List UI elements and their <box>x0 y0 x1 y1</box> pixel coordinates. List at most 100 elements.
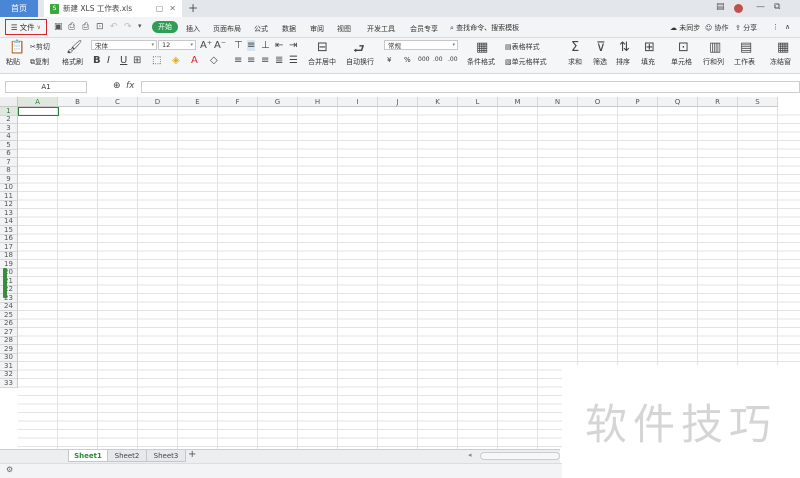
increase-font-icon[interactable]: A⁺ <box>200 40 212 51</box>
tab-page-layout[interactable]: 页面布局 <box>213 24 241 34</box>
column-header[interactable]: A <box>18 97 58 107</box>
font-name-select[interactable]: 宋体 ▾ <box>91 40 157 50</box>
row-header[interactable]: 1 <box>0 107 18 116</box>
align-middle-icon[interactable]: ≡ <box>247 40 256 51</box>
print-icon[interactable]: ⎙ <box>82 22 89 32</box>
column-header[interactable]: N <box>538 97 578 107</box>
italic-button[interactable]: I <box>107 55 110 66</box>
row-header[interactable]: 16 <box>0 234 18 243</box>
table-style-button[interactable]: ▤表格样式 <box>505 42 540 52</box>
tab-member[interactable]: 会员专享 <box>410 24 438 34</box>
distributed-icon[interactable]: ☰ <box>289 55 298 66</box>
tab-review[interactable]: 审阅 <box>310 24 324 34</box>
increase-decimal-button[interactable]: .00 <box>433 56 443 63</box>
more-options-icon[interactable]: ⋮ <box>772 23 779 31</box>
tab-start[interactable]: 开始 <box>152 21 178 33</box>
scroll-left-icon[interactable]: ◂ <box>468 451 472 459</box>
minimize-button[interactable]: — <box>756 2 765 12</box>
conditional-format-icon[interactable]: ▦ <box>476 40 488 55</box>
indent-left-icon[interactable]: ⇤ <box>275 40 283 51</box>
format-painter-icon[interactable]: 🖌 <box>66 40 83 55</box>
side-drag-handle[interactable] <box>3 268 7 298</box>
column-header[interactable]: J <box>378 97 418 107</box>
row-col-icon[interactable]: ▥ <box>709 40 721 55</box>
paste-label[interactable]: 粘贴 <box>6 57 20 67</box>
print-preview-icon[interactable]: ⎙ <box>68 22 75 32</box>
column-header[interactable]: M <box>498 97 538 107</box>
home-tab[interactable]: 首页 <box>0 0 38 17</box>
worksheet-button[interactable]: 工作表 <box>734 57 755 67</box>
column-header[interactable]: I <box>338 97 378 107</box>
column-header[interactable]: G <box>258 97 298 107</box>
name-box[interactable]: A1 <box>5 81 87 93</box>
column-header[interactable]: L <box>458 97 498 107</box>
row-header[interactable]: 11 <box>0 192 18 201</box>
number-format-select[interactable]: 常规 ▾ <box>384 40 458 50</box>
align-center-icon[interactable]: ≡ <box>247 55 255 66</box>
column-header[interactable]: C <box>98 97 138 107</box>
align-right-icon[interactable]: ≡ <box>261 55 269 66</box>
filter-icon[interactable]: ⊽ <box>596 40 606 55</box>
borders-icon[interactable]: ⊞ <box>133 55 141 66</box>
column-header[interactable]: E <box>178 97 218 107</box>
sort-button[interactable]: 排序 <box>616 57 630 67</box>
share-button[interactable]: ⇪ 分享 <box>735 23 757 33</box>
avatar[interactable] <box>734 4 743 13</box>
tab-formulas[interactable]: 公式 <box>254 24 268 34</box>
wrap-text-button[interactable]: 自动换行 <box>346 57 374 67</box>
merge-center-button[interactable]: 合并居中 <box>308 57 336 67</box>
row-header[interactable]: 26 <box>0 319 18 328</box>
justify-icon[interactable]: ≣ <box>275 55 283 66</box>
column-header[interactable]: D <box>138 97 178 107</box>
export-icon[interactable]: ⊡ <box>96 22 104 32</box>
row-header[interactable]: 25 <box>0 311 18 320</box>
row-header[interactable]: 12 <box>0 200 18 209</box>
align-bottom-icon[interactable]: ⊥ <box>261 40 270 51</box>
add-sheet-button[interactable]: + <box>188 449 196 460</box>
column-header[interactable]: B <box>58 97 98 107</box>
customize-toolbar-icon[interactable]: ▾ <box>138 22 142 30</box>
copy-button[interactable]: ⧉复制 <box>30 57 49 67</box>
decrease-font-icon[interactable]: A⁻ <box>214 40 226 51</box>
zoom-icon[interactable]: ⊕ <box>113 81 121 91</box>
sort-icon[interactable]: ⇅ <box>619 40 630 55</box>
save-icon[interactable]: ▣ <box>54 22 63 32</box>
sheet-tab-1[interactable]: Sheet1 <box>68 450 108 462</box>
paste-icon[interactable]: 📋 <box>9 40 25 55</box>
fx-icon[interactable]: fx <box>126 81 135 91</box>
currency-button[interactable]: ¥ <box>387 56 391 64</box>
row-header[interactable]: 7 <box>0 158 18 167</box>
tab-view[interactable]: 视图 <box>337 24 351 34</box>
column-header[interactable]: K <box>418 97 458 107</box>
cell-border-style-icon[interactable]: ⬚ <box>152 55 161 66</box>
cut-button[interactable]: ✂剪切 <box>30 42 50 52</box>
row-header[interactable]: 9 <box>0 175 18 184</box>
font-color-icon[interactable]: A <box>191 55 198 66</box>
font-size-select[interactable]: 12 ▾ <box>158 40 196 50</box>
thousands-button[interactable]: 000 <box>418 56 429 63</box>
redo-icon[interactable]: ↷ <box>124 22 132 32</box>
column-header[interactable]: O <box>578 97 618 107</box>
worksheet-icon[interactable]: ▤ <box>740 40 752 55</box>
format-painter-label[interactable]: 格式刷 <box>62 57 83 67</box>
row-header[interactable]: 13 <box>0 209 18 218</box>
sheet-tab-2[interactable]: Sheet2 <box>107 450 147 462</box>
fill-color-icon[interactable]: ◈ <box>172 55 180 66</box>
cell-icon[interactable]: ⊡ <box>678 40 689 55</box>
tab-data[interactable]: 数据 <box>282 24 296 34</box>
column-header[interactable]: H <box>298 97 338 107</box>
layout-icon[interactable]: ▤ <box>716 2 725 12</box>
column-header[interactable]: R <box>698 97 738 107</box>
row-header[interactable]: 3 <box>0 124 18 133</box>
align-left-icon[interactable]: ≡ <box>234 55 242 66</box>
row-header[interactable]: 24 <box>0 302 18 311</box>
column-header[interactable]: P <box>618 97 658 107</box>
row-header[interactable]: 14 <box>0 217 18 226</box>
collapse-ribbon-icon[interactable]: ∧ <box>785 23 790 31</box>
tab-insert[interactable]: 插入 <box>186 24 200 34</box>
cell-style-button[interactable]: ▧单元格样式 <box>505 57 547 67</box>
collaborate-button[interactable]: ☺ 协作 <box>705 23 729 33</box>
row-header[interactable]: 5 <box>0 141 18 150</box>
column-header[interactable]: F <box>218 97 258 107</box>
clear-format-icon[interactable]: ◇ <box>210 55 218 66</box>
